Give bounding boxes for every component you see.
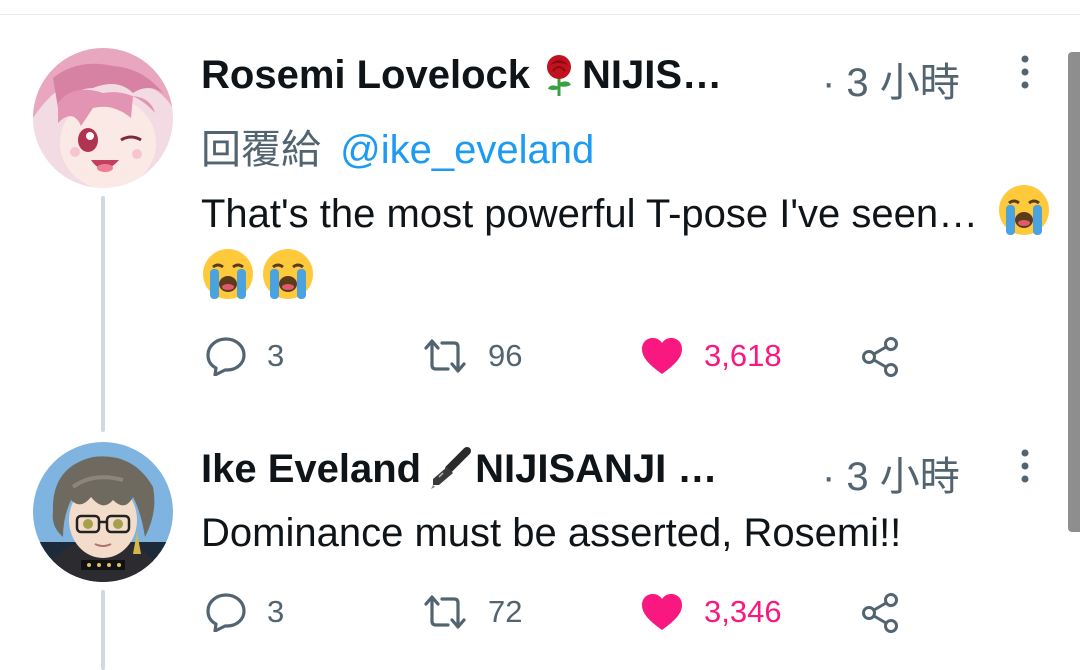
- like-button[interactable]: 3,346: [640, 592, 782, 632]
- top-divider: [0, 14, 1080, 15]
- loudly-crying-face-icon: [263, 249, 313, 299]
- display-name-suffix[interactable]: NIJIS…: [582, 53, 722, 98]
- reply-to-label: 回覆給: [201, 128, 321, 172]
- retweet-button[interactable]: 72: [422, 594, 522, 630]
- share-button[interactable]: [860, 592, 902, 634]
- avatar[interactable]: [33, 48, 173, 188]
- reply-to-line: 回覆給 @ike_eveland: [201, 117, 594, 175]
- retweet-button[interactable]: 96: [422, 338, 522, 374]
- like-button[interactable]: 3,618: [640, 336, 782, 376]
- avatar-rosemi-image: [33, 48, 173, 188]
- display-name[interactable]: Ike Eveland: [201, 447, 421, 492]
- reply-button[interactable]: 3: [205, 336, 284, 376]
- avatar[interactable]: [33, 442, 173, 582]
- scrollbar[interactable]: [1068, 52, 1080, 532]
- tweet-header: Ike Eveland NIJISANJI …: [201, 444, 717, 494]
- like-count: 3,346: [704, 594, 782, 629]
- reply-button[interactable]: 3: [205, 592, 284, 632]
- heart-filled-icon: [642, 594, 682, 630]
- rose-icon: [547, 55, 572, 96]
- loudly-crying-face-icon: [999, 185, 1050, 235]
- tweet-header: Rosemi Lovelock NIJIS…: [201, 50, 722, 100]
- reply-count: 3: [267, 594, 285, 629]
- tweet-time[interactable]: · 3 小時: [822, 50, 960, 108]
- retweet-count: 96: [488, 338, 523, 373]
- tweet-text-body: That's the most powerful T-pose I've see…: [201, 192, 979, 236]
- thread-line: [101, 196, 105, 432]
- reply-icon: [206, 593, 246, 632]
- reply-icon: [206, 337, 246, 376]
- tweet-text: Dominance must be asserted, Rosemi!!: [201, 501, 1061, 565]
- retweet-icon: [424, 339, 466, 373]
- tweet-time[interactable]: · 3 小時: [822, 444, 960, 502]
- thread-line: [101, 590, 105, 670]
- reply-to-handle[interactable]: @ike_eveland: [340, 128, 594, 172]
- heart-filled-icon: [642, 338, 682, 374]
- share-icon: [862, 593, 898, 633]
- retweet-count: 72: [488, 594, 523, 629]
- retweet-icon: [424, 595, 466, 629]
- tweet-text-body: Dominance must be asserted, Rosemi!!: [201, 511, 902, 555]
- tweet-text: That's the most powerful T-pose I've see…: [201, 182, 1061, 310]
- more-options-icon[interactable]: [1020, 54, 1030, 94]
- loudly-crying-face-icon: [203, 249, 253, 299]
- fountain-pen-icon: [431, 447, 472, 489]
- avatar-ike-image: [33, 442, 173, 582]
- more-options-icon[interactable]: [1020, 448, 1030, 488]
- display-name[interactable]: Rosemi Lovelock: [201, 53, 530, 98]
- like-count: 3,618: [704, 338, 782, 373]
- share-icon: [862, 337, 898, 377]
- reply-count: 3: [267, 338, 285, 373]
- share-button[interactable]: [860, 336, 902, 378]
- display-name-suffix[interactable]: NIJISANJI …: [475, 447, 717, 492]
